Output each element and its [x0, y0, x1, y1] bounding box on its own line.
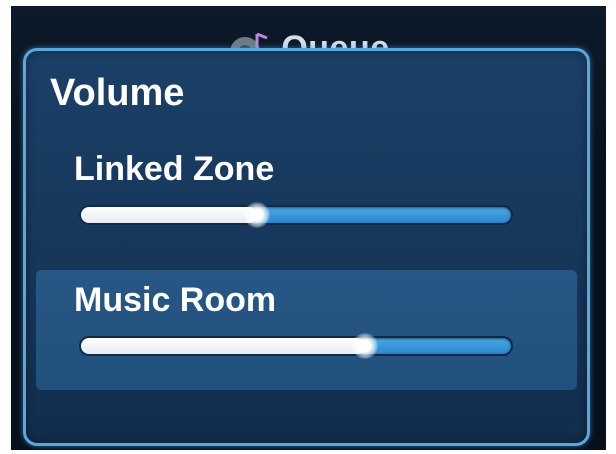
- volume-slider-thumb[interactable]: [244, 202, 271, 228]
- volume-slider-thumb[interactable]: [351, 333, 378, 359]
- volume-panel: Volume Linked Zone Music Room: [23, 48, 590, 446]
- sonos-screen: Queue Volume Linked Zone Music Room: [11, 6, 606, 450]
- zone-music-room[interactable]: Music Room: [36, 270, 577, 390]
- volume-slider[interactable]: [81, 202, 511, 228]
- zone-name-label: Music Room: [74, 281, 277, 319]
- volume-panel-title: Volume: [50, 72, 185, 114]
- volume-slider[interactable]: [81, 333, 511, 359]
- zone-linked-zone[interactable]: Linked Zone: [36, 139, 577, 259]
- volume-slider-fill: [81, 207, 258, 223]
- zone-name-label: Linked Zone: [74, 150, 275, 188]
- volume-slider-fill: [81, 338, 365, 354]
